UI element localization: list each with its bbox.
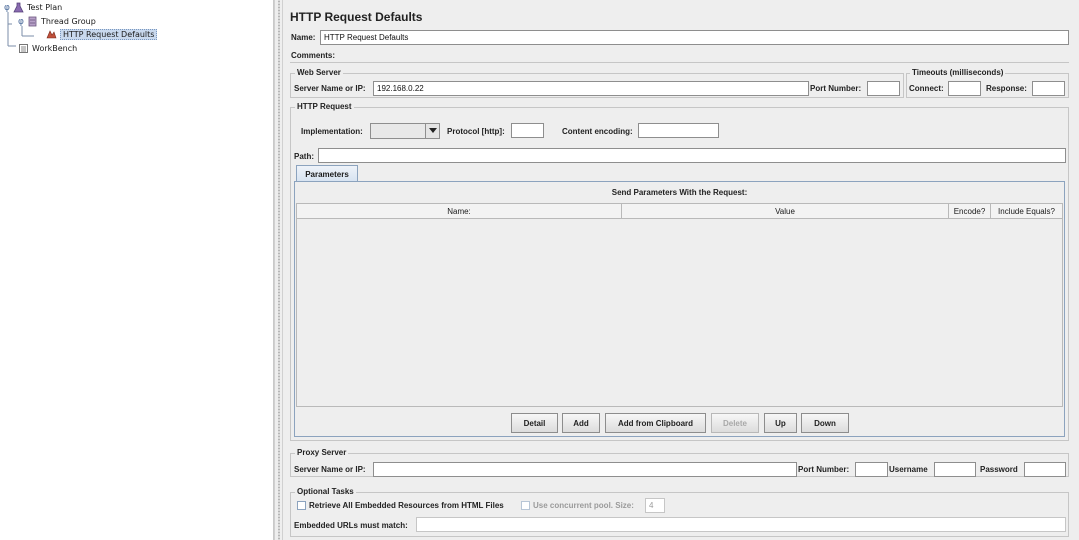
connect-timeout-field[interactable] (948, 81, 981, 96)
separator (290, 62, 1069, 63)
response-timeout-field[interactable] (1032, 81, 1065, 96)
implementation-label: Implementation: (301, 127, 363, 136)
tree-item-label: Test Plan (26, 3, 63, 12)
proxy-server-name-field[interactable] (373, 462, 797, 477)
embedded-urls-field[interactable] (416, 517, 1066, 532)
port-number-label: Port Number: (810, 84, 862, 93)
protocol-field[interactable] (511, 123, 544, 138)
split-pane-divider[interactable] (274, 0, 283, 540)
column-header-encode[interactable]: Encode? (948, 203, 991, 219)
concurrent-pool-checkbox[interactable] (521, 501, 530, 510)
expand-toggle-icon[interactable]: φ (4, 3, 10, 13)
column-header-include-equals[interactable]: Include Equals? (990, 203, 1063, 219)
retrieve-resources-label: Retrieve All Embedded Resources from HTM… (309, 501, 504, 510)
proxy-port-label: Port Number: (798, 465, 850, 474)
server-name-field[interactable]: 192.168.0.22 (373, 81, 809, 96)
tree-item-label: Thread Group (40, 17, 96, 26)
path-field[interactable] (318, 148, 1066, 163)
divider-grip (278, 0, 280, 540)
add-from-clipboard-button[interactable]: Add from Clipboard (605, 413, 706, 433)
optional-tasks-title: Optional Tasks (295, 487, 356, 496)
port-number-field[interactable] (867, 81, 900, 96)
config-element-icon (46, 29, 57, 40)
retrieve-resources-checkbox[interactable] (297, 501, 306, 510)
server-name-label: Server Name or IP: (294, 84, 366, 93)
response-timeout-label: Response: (986, 84, 1027, 93)
tree-item-label: WorkBench (32, 44, 78, 53)
tree-item-thread-group[interactable]: φ Thread Group (18, 16, 96, 27)
content-encoding-label: Content encoding: (562, 127, 633, 136)
add-button[interactable]: Add (562, 413, 600, 433)
path-label: Path: (294, 152, 314, 161)
expand-toggle-icon[interactable]: φ (18, 17, 24, 27)
tree-item-workbench[interactable]: WorkBench (18, 43, 77, 54)
connect-timeout-label: Connect: (909, 84, 944, 93)
comments-label: Comments: (291, 51, 336, 60)
thread-group-icon (27, 16, 38, 27)
protocol-label: Protocol [http]: (447, 127, 505, 136)
column-header-name[interactable]: Name: (296, 203, 622, 219)
implementation-dropdown[interactable] (370, 123, 440, 139)
column-header-value[interactable]: Value (621, 203, 949, 219)
test-plan-icon (13, 2, 24, 13)
parameters-table-title: Send Parameters With the Request: (611, 188, 748, 197)
timeouts-title: Timeouts (milliseconds) (910, 68, 1006, 77)
workbench-icon (18, 43, 29, 54)
page-title: HTTP Request Defaults (290, 10, 423, 24)
web-server-title: Web Server (295, 68, 343, 77)
name-field[interactable]: HTTP Request Defaults (320, 30, 1069, 45)
down-button[interactable]: Down (801, 413, 849, 433)
http-request-title: HTTP Request (295, 102, 354, 111)
proxy-username-label: Username (889, 465, 928, 474)
proxy-password-label: Password (980, 465, 1018, 474)
parameters-table-body[interactable] (296, 219, 1063, 407)
proxy-server-title: Proxy Server (295, 448, 349, 457)
tree-item-label: HTTP Request Defaults (60, 29, 158, 40)
concurrent-pool-size-field[interactable]: 4 (645, 498, 665, 513)
tree-item-test-plan[interactable]: φ Test Plan (4, 2, 62, 13)
delete-button[interactable]: Delete (711, 413, 759, 433)
tab-parameters[interactable]: Parameters (296, 165, 358, 182)
proxy-port-field[interactable] (855, 462, 888, 477)
config-panel: HTTP Request Defaults Name: HTTP Request… (283, 0, 1079, 540)
concurrent-pool-label: Use concurrent pool. Size: (533, 501, 634, 510)
proxy-server-name-label: Server Name or IP: (294, 465, 366, 474)
up-button[interactable]: Up (764, 413, 797, 433)
proxy-username-field[interactable] (934, 462, 976, 477)
tree-item-http-request-defaults[interactable]: HTTP Request Defaults (46, 29, 158, 40)
content-encoding-field[interactable] (638, 123, 719, 138)
embedded-urls-label: Embedded URLs must match: (294, 521, 408, 530)
test-plan-tree[interactable]: φ Test Plan φ Thread Group HTTP Request … (0, 0, 274, 540)
proxy-password-field[interactable] (1024, 462, 1066, 477)
detail-button[interactable]: Detail (511, 413, 558, 433)
chevron-down-icon[interactable] (425, 124, 439, 138)
name-label: Name: (291, 33, 316, 42)
